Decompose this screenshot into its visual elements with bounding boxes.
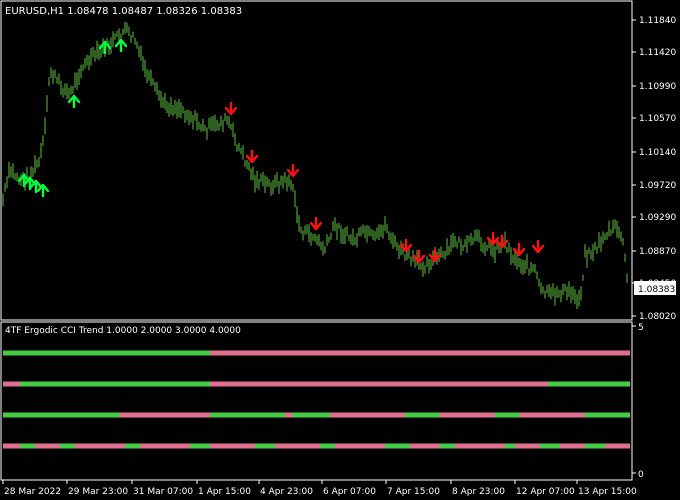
indicator-scale-bottom: 0: [638, 470, 644, 480]
indicator-pane: [0, 321, 633, 481]
time-tick-label: 13 Apr 15:00: [578, 487, 637, 497]
sell-arrow-icon: [224, 101, 238, 116]
price-tick-label: 1.10990: [639, 82, 676, 92]
current-price-label: 1.08383: [638, 285, 675, 295]
sell-arrow-icon: [245, 149, 259, 164]
current-price-box: 1.08383: [634, 281, 676, 295]
indicator-lines: [3, 350, 630, 449]
signal-arrows: [17, 38, 545, 264]
time-tick-label: 31 Mar 07:00: [133, 487, 193, 497]
symbol-title: EURUSD,H1 1.08478 1.08487 1.08326 1.0838…: [5, 6, 242, 17]
sell-arrow-icon: [309, 216, 323, 231]
price-tick-label: 1.10140: [639, 148, 676, 158]
indicator-title: 4TF Ergodic CCI Trend 1.0000 2.0000 3.00…: [5, 326, 241, 336]
time-tick-label: 12 Apr 07:00: [516, 487, 575, 497]
indicator-scale-top: 5: [638, 323, 644, 333]
time-tick-label: 6 Apr 07:00: [323, 487, 376, 497]
time-tick-label: 4 Apr 23:00: [260, 487, 313, 497]
price-tick-label: 1.08870: [639, 247, 676, 257]
price-tick-label: 1.11420: [639, 48, 676, 58]
sell-arrow-icon: [286, 163, 300, 178]
price-tick-label: 1.09720: [639, 181, 676, 191]
time-tick-label: 8 Apr 23:00: [452, 487, 505, 497]
time-tick-label: 28 Mar 2022: [4, 487, 61, 497]
price-tick-label: 1.09290: [639, 213, 676, 223]
price-bars: [2, 21, 628, 309]
time-tick-label: 1 Apr 15:00: [198, 487, 251, 497]
price-tick-label: 1.11840: [639, 16, 676, 26]
time-axis: 28 Mar 2022 29 Mar 23:00 31 Mar 07:00 1 Apr…: [2, 480, 637, 497]
trading-chart[interactable]: EURUSD,H1 1.08478 1.08487 1.08326 1.0838…: [0, 0, 680, 500]
sell-arrow-icon: [531, 239, 545, 254]
time-tick-label: 7 Apr 15:00: [387, 487, 440, 497]
price-tick-label: 1.10570: [639, 114, 676, 124]
price-tick-label: 1.08020: [639, 312, 676, 322]
price-axis: 1.11840 1.11420 1.10990 1.10570 1.10140 1.097…: [632, 16, 676, 322]
time-tick-label: 29 Mar 23:00: [68, 487, 128, 497]
buy-arrow-icon: [114, 38, 128, 53]
buy-arrow-icon: [67, 94, 81, 109]
